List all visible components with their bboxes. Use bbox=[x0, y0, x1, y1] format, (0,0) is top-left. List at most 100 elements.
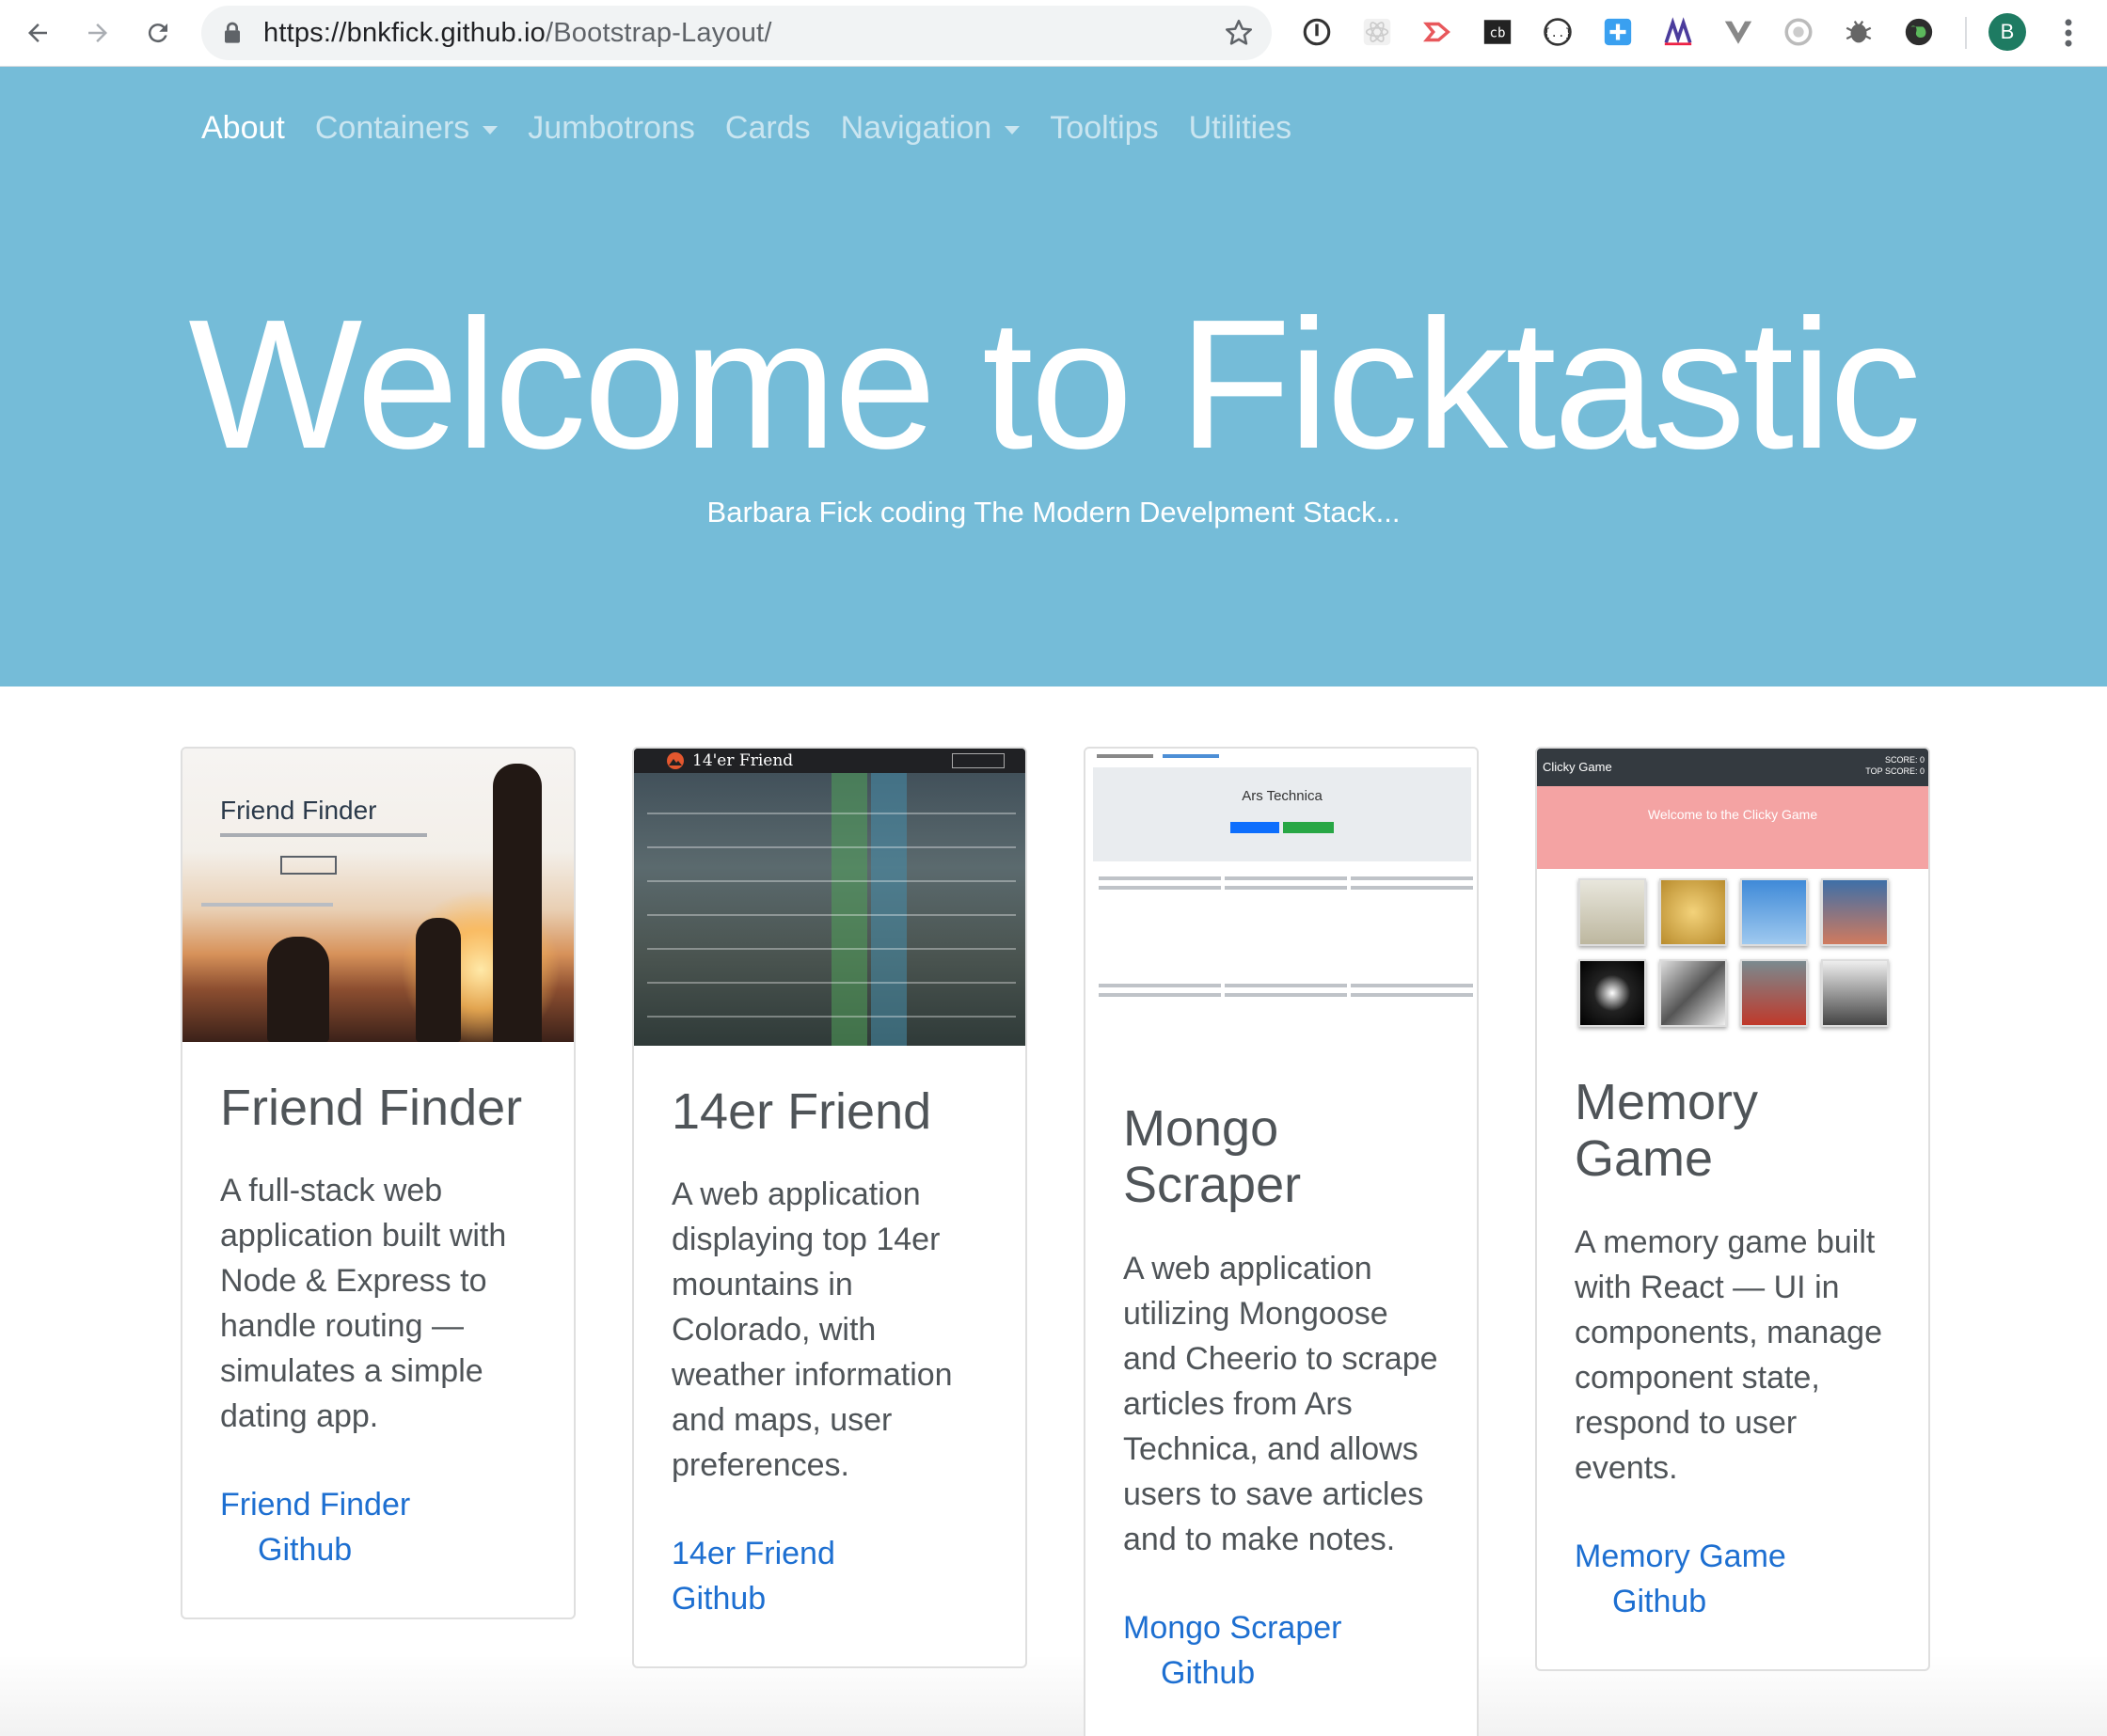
thumb-article-line bbox=[1225, 993, 1347, 997]
card-text: A web application utilizing Mongoose and… bbox=[1123, 1250, 1438, 1557]
thumb-top-score: TOP SCORE: 0 bbox=[1865, 766, 1925, 776]
mongo-scraper-screenshot: Ars Technica bbox=[1085, 749, 1477, 1063]
lock-icon bbox=[225, 22, 240, 43]
project-card-14er-friend: 14'er Friend 14er Friend A web applicati… bbox=[632, 747, 1027, 1669]
extension-password-icon[interactable] bbox=[1300, 15, 1334, 49]
github-link[interactable]: Github bbox=[258, 1532, 352, 1568]
mountain-logo-icon bbox=[667, 752, 684, 769]
url-host: https://bnkfick.github.io bbox=[263, 18, 546, 48]
caret-down-icon bbox=[1005, 125, 1021, 134]
github-link[interactable]: Github bbox=[1161, 1655, 1255, 1691]
thumb-jumbotron bbox=[1093, 767, 1471, 861]
extension-cb-icon[interactable]: cb bbox=[1481, 15, 1514, 49]
thumb-article-line bbox=[1099, 984, 1221, 987]
project-card-friend-finder: Friend Finder Friend Finder A full-stack… bbox=[181, 747, 576, 1620]
extension-bug-icon[interactable] bbox=[1842, 15, 1876, 49]
nav-label: Containers bbox=[314, 109, 470, 146]
thumb-navbar-links bbox=[1163, 754, 1219, 758]
thumb-navbar-brand bbox=[1097, 754, 1153, 758]
github-link[interactable]: Github bbox=[672, 1581, 766, 1617]
profile-avatar[interactable]: B bbox=[1988, 13, 2026, 51]
nav-item-navigation[interactable]: Navigation bbox=[841, 110, 1021, 147]
nav-label: About bbox=[201, 109, 285, 146]
forward-button[interactable] bbox=[77, 12, 119, 54]
nav-item-cards[interactable]: Cards bbox=[725, 110, 811, 147]
github-link[interactable]: Github bbox=[1612, 1584, 1706, 1619]
thumb-button bbox=[1283, 822, 1334, 833]
thumb-article-line bbox=[1351, 984, 1473, 987]
extension-circle-icon[interactable] bbox=[1782, 15, 1815, 49]
thumb-article-line bbox=[1225, 984, 1347, 987]
thumb-tile bbox=[1821, 959, 1889, 1027]
nav-label: Navigation bbox=[840, 109, 992, 146]
thumb-banner-title: Welcome to the Clicky Game bbox=[1647, 807, 1818, 822]
project-link[interactable]: Mongo Scraper bbox=[1123, 1610, 1341, 1646]
extension-json-icon[interactable]: {..} bbox=[1541, 15, 1575, 49]
extension-react-icon[interactable] bbox=[1360, 15, 1394, 49]
extension-wappalyzer-icon[interactable] bbox=[1661, 15, 1695, 49]
project-card-mongo-scraper: Ars Technica Mongo Scraper A web applica… bbox=[1084, 747, 1479, 1736]
thumb-score-value: SCORE: 0 bbox=[1884, 755, 1925, 765]
thumb-brand: Clicky Game bbox=[1543, 760, 1612, 774]
nav-item-about[interactable]: About bbox=[201, 110, 285, 147]
thumb-table-row bbox=[647, 948, 1016, 950]
thumb-article-line bbox=[1099, 886, 1221, 890]
clicky-game-screenshot: Clicky Game SCORE: 0 TOP SCORE: 0 Welcome… bbox=[1537, 749, 1928, 1036]
extension-globe-icon[interactable] bbox=[1902, 15, 1936, 49]
card-text: A full-stack web application built with … bbox=[220, 1173, 507, 1435]
thumb-links-line bbox=[201, 903, 333, 907]
thumb-table-row bbox=[647, 880, 1016, 882]
nav-item-containers[interactable]: Containers bbox=[314, 109, 499, 147]
thumb-article-line bbox=[1351, 876, 1473, 880]
thumb-logo: 14'er Friend bbox=[692, 751, 794, 770]
svg-text:{..}: {..} bbox=[1544, 26, 1573, 40]
nav-item-utilities[interactable]: Utilities bbox=[1189, 110, 1292, 147]
thumb-table-row bbox=[647, 914, 1016, 916]
project-link[interactable]: 14er Friend bbox=[672, 1536, 835, 1571]
nav-label: Tooltips bbox=[1050, 109, 1159, 146]
card-title: Memory Game bbox=[1575, 1074, 1759, 1188]
thumb-tile bbox=[1740, 878, 1808, 946]
thumb-table-row bbox=[647, 982, 1016, 984]
toolbar-separator bbox=[1965, 17, 1967, 49]
thumb-text-line bbox=[220, 833, 427, 837]
friend-finder-screenshot: Friend Finder bbox=[182, 749, 574, 1042]
extension-vue-icon[interactable] bbox=[1721, 15, 1755, 49]
extension-plus-icon[interactable] bbox=[1601, 15, 1635, 49]
main-navbar: About Containers Jumbotrons Cards Naviga… bbox=[201, 101, 1322, 155]
reload-button[interactable] bbox=[137, 12, 179, 54]
hero-subtitle: Barbara Fick coding The Modern Develpmen… bbox=[706, 496, 1401, 529]
svg-text:cb: cb bbox=[1489, 26, 1505, 41]
project-link[interactable]: Friend Finder bbox=[220, 1487, 410, 1523]
nav-label: Cards bbox=[724, 109, 811, 146]
url-text: https://bnkfick.github.io/Bootstrap-Layo… bbox=[263, 18, 772, 49]
nav-label: Utilities bbox=[1188, 109, 1292, 146]
project-link[interactable]: Memory Game bbox=[1575, 1539, 1786, 1574]
extension-arrow-icon[interactable] bbox=[1420, 15, 1454, 49]
silhouette-sitting bbox=[416, 918, 461, 1042]
thumb-heading: Ars Technica bbox=[1242, 788, 1323, 804]
card-title: Friend Finder bbox=[220, 1080, 523, 1136]
back-button[interactable] bbox=[17, 12, 58, 54]
address-bar[interactable]: https://bnkfick.github.io/Bootstrap-Layo… bbox=[201, 6, 1272, 60]
thumb-article-line bbox=[1225, 876, 1347, 880]
card-title: 14er Friend bbox=[672, 1083, 932, 1140]
nav-label: Jumbotrons bbox=[528, 109, 695, 146]
thumb-tile bbox=[1740, 959, 1808, 1027]
nav-item-jumbotrons[interactable]: Jumbotrons bbox=[528, 110, 695, 147]
arrow-right-icon bbox=[88, 24, 107, 42]
jumbotron: About Containers Jumbotrons Cards Naviga… bbox=[0, 67, 2107, 687]
14er-friend-screenshot: 14'er Friend bbox=[634, 749, 1025, 1046]
thumb-tile bbox=[1578, 959, 1646, 1027]
card-title: Mongo Scraper bbox=[1123, 1100, 1302, 1214]
thumb-table-row bbox=[647, 846, 1016, 848]
thumb-tile bbox=[1578, 878, 1646, 946]
thumb-article-line bbox=[1351, 993, 1473, 997]
project-card-memory-game: Clicky Game SCORE: 0 TOP SCORE: 0 Welcome… bbox=[1535, 747, 1930, 1671]
nav-item-tooltips[interactable]: Tooltips bbox=[1050, 110, 1158, 147]
bookmark-star-icon[interactable] bbox=[1223, 17, 1255, 49]
thumb-button bbox=[280, 856, 337, 875]
browser-toolbar: https://bnkfick.github.io/Bootstrap-Layo… bbox=[0, 0, 2107, 67]
thumb-tile bbox=[1821, 878, 1889, 946]
menu-dots-icon[interactable] bbox=[2054, 15, 2083, 51]
